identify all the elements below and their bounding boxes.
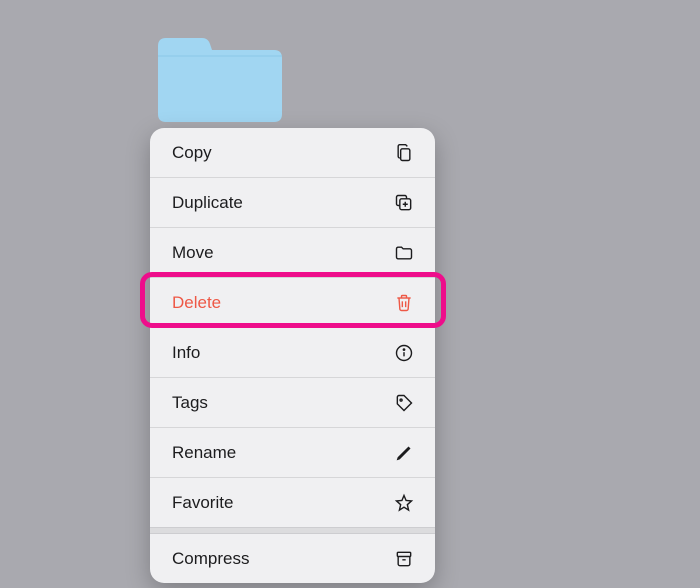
star-icon [393, 492, 415, 514]
pencil-icon [393, 442, 415, 464]
tag-icon [393, 392, 415, 414]
info-icon [393, 342, 415, 364]
menu-item-info[interactable]: Info [150, 328, 435, 378]
menu-item-favorite[interactable]: Favorite [150, 478, 435, 527]
menu-item-copy[interactable]: Copy [150, 128, 435, 178]
folder-icon [393, 242, 415, 264]
trash-icon [393, 292, 415, 314]
menu-item-label: Duplicate [172, 193, 393, 213]
menu-item-label: Rename [172, 443, 393, 463]
menu-item-label: Tags [172, 393, 393, 413]
archive-icon [393, 548, 415, 570]
menu-item-label: Move [172, 243, 393, 263]
menu-item-rename[interactable]: Rename [150, 428, 435, 478]
menu-item-move[interactable]: Move [150, 228, 435, 278]
folder[interactable] [152, 28, 286, 128]
menu-item-label: Info [172, 343, 393, 363]
menu-item-tags[interactable]: Tags [150, 378, 435, 428]
menu-separator [150, 527, 435, 534]
menu-item-label: Delete [172, 293, 393, 313]
menu-item-label: Compress [172, 549, 393, 569]
duplicate-icon [393, 192, 415, 214]
menu-item-label: Favorite [172, 493, 393, 513]
copy-icon [393, 142, 415, 164]
menu-item-compress[interactable]: Compress [150, 534, 435, 583]
menu-item-delete[interactable]: Delete [150, 278, 435, 328]
context-menu: Copy Duplicate Move Del [150, 128, 435, 583]
menu-item-label: Copy [172, 143, 393, 163]
menu-item-duplicate[interactable]: Duplicate [150, 178, 435, 228]
